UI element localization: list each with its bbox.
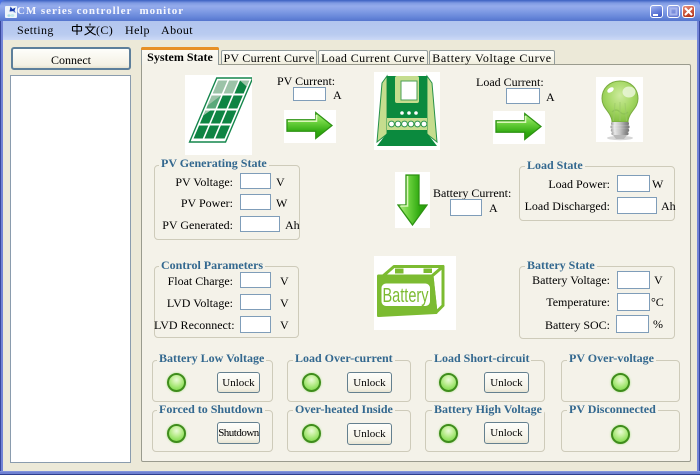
- svg-text:Battery: Battery: [383, 285, 429, 307]
